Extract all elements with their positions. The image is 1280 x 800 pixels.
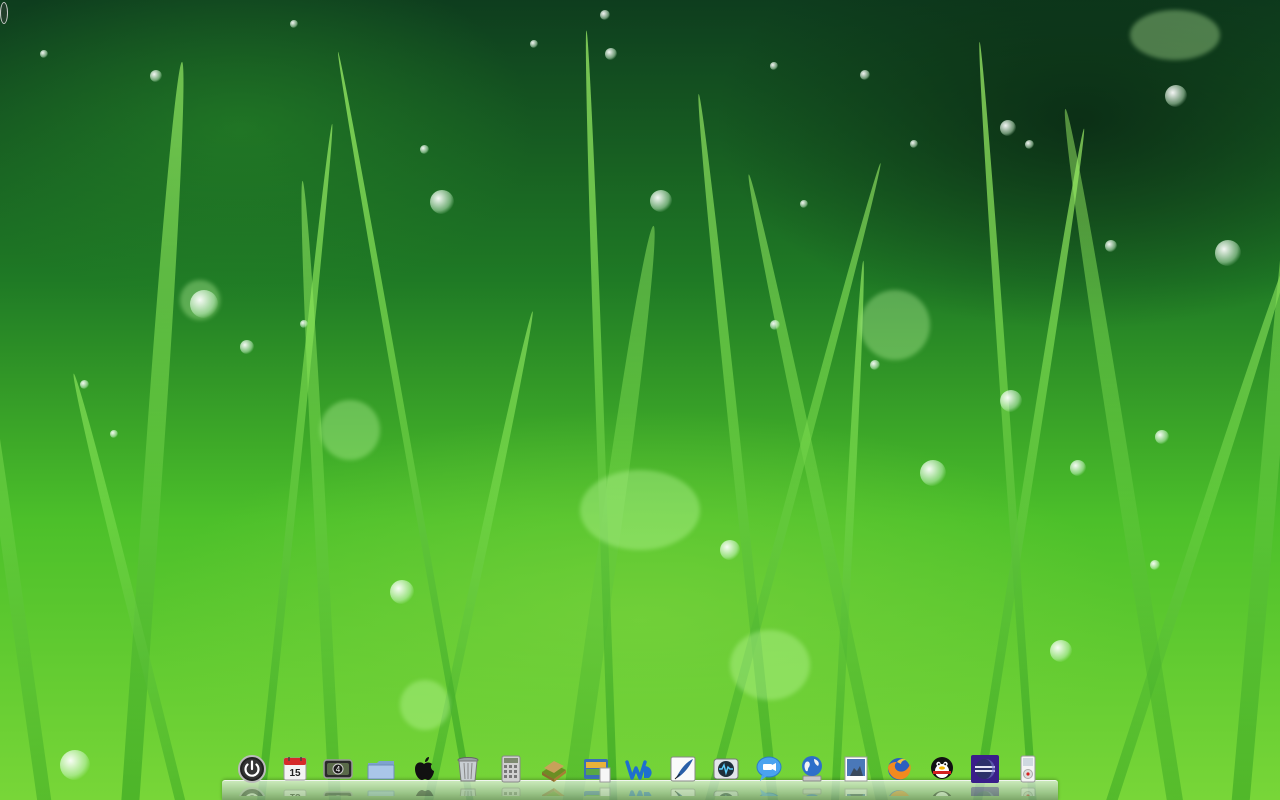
calculator-icon: [501, 755, 521, 783]
dock-reflection: 15: [279, 786, 311, 796]
dock-item-globe[interactable]: [796, 753, 828, 796]
eclipse-icon: [970, 755, 999, 783]
penguin-messenger-icon: [930, 757, 953, 779]
dashboard-count-text: 4: [336, 765, 341, 774]
dock-item-ipod[interactable]: [1012, 753, 1044, 796]
dock-reflection: [753, 786, 785, 796]
dock-item-photo[interactable]: [840, 753, 872, 796]
dock-item-eclipse[interactable]: [969, 753, 1001, 796]
book-icon: [541, 761, 566, 782]
dock-item-word-processor[interactable]: [624, 753, 656, 796]
dock-reflection: [452, 786, 484, 796]
dock-item-firefox[interactable]: [883, 753, 915, 796]
dock-reflection: [840, 786, 872, 796]
apple-icon: [415, 757, 435, 780]
dock: 15 15 4 4: [236, 749, 1044, 796]
dock-item-dashboard[interactable]: 4 4: [322, 753, 354, 796]
dock-item-network-monitor[interactable]: [710, 753, 742, 796]
dock-reflection: [969, 786, 1001, 796]
dock-item-book[interactable]: [538, 753, 570, 796]
calendar-day-text: 15: [290, 768, 302, 779]
dock-reflection: [408, 786, 440, 796]
ipod-icon: [1020, 755, 1036, 783]
dock-reflection: [926, 786, 958, 796]
file-manager-icon: [583, 759, 611, 783]
dock-reflection: [624, 786, 656, 796]
desktop: 15 15 4 4: [0, 0, 1280, 800]
dock-reflection: [236, 786, 268, 796]
dock-item-quill-editor[interactable]: [667, 753, 699, 796]
dock-item-penguin-messenger[interactable]: [926, 753, 958, 796]
dock-item-file-manager[interactable]: [581, 753, 613, 796]
dock-reflection: [710, 786, 742, 796]
calendar-icon: 15: [283, 757, 307, 781]
dock-item-calendar[interactable]: 15 15: [279, 753, 311, 796]
dock-item-trash[interactable]: [452, 753, 484, 796]
dock-reflection: [796, 786, 828, 796]
dock-item-power[interactable]: [236, 753, 268, 796]
chat-bubble-icon: [756, 756, 782, 781]
dock-reflection: [667, 786, 699, 796]
dock-reflection: [538, 786, 570, 796]
wallpaper: [0, 0, 1280, 800]
dock-item-apple[interactable]: [408, 753, 440, 796]
quill-editor-icon: [670, 756, 696, 782]
dock-item-chat[interactable]: [753, 753, 785, 796]
power-icon: [238, 755, 266, 783]
dock-reflection: [495, 786, 527, 796]
trash-icon: [457, 757, 479, 782]
dashboard-icon: 4: [323, 759, 353, 779]
dock-reflection: [581, 786, 613, 796]
dock-reflection: [365, 786, 397, 796]
globe-icon: [802, 756, 823, 782]
svg-text:15: 15: [290, 791, 302, 796]
dock-reflection: [1012, 786, 1044, 796]
folder-icon: [367, 761, 395, 780]
network-monitor-icon: [713, 758, 739, 780]
photo-icon: [844, 756, 868, 782]
dock-reflection: [883, 786, 915, 796]
top-left-capsule-icon[interactable]: [0, 2, 8, 24]
firefox-icon: [887, 758, 911, 780]
dock-item-folder[interactable]: [365, 753, 397, 796]
dock-reflection: 4: [322, 786, 354, 796]
dock-item-calculator[interactable]: [495, 753, 527, 796]
word-processor-icon: [625, 760, 652, 780]
